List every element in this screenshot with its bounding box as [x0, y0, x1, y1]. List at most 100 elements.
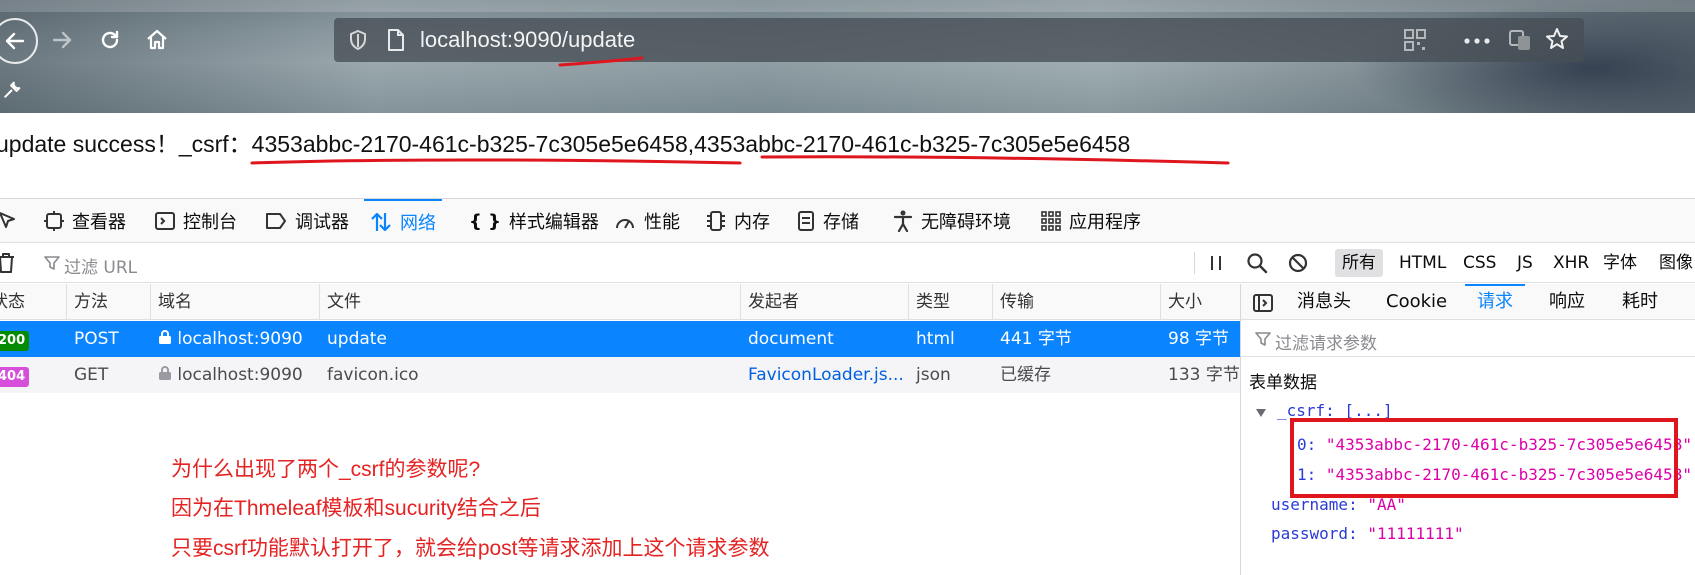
console-icon [155, 212, 175, 230]
shield-icon[interactable] [348, 29, 368, 51]
tab-request[interactable]: 请求 [1465, 284, 1525, 320]
type-filter-images[interactable]: 图像 [1652, 249, 1695, 277]
form-data-heading: 表单数据 [1249, 373, 1317, 393]
divider [1194, 252, 1195, 274]
bookmark-star-icon[interactable] [1545, 27, 1569, 51]
tab-label: 应用程序 [1069, 212, 1141, 233]
type-filter-html[interactable]: HTML [1392, 249, 1453, 277]
reload-button[interactable] [88, 18, 132, 62]
home-button[interactable] [135, 18, 179, 62]
tab-console[interactable]: 控制台 [155, 199, 237, 243]
block-icon[interactable] [1288, 253, 1308, 273]
tab-label: 样式编辑器 [508, 212, 599, 233]
red-underline-mark [250, 155, 1230, 165]
tab-label: 调试器 [295, 212, 349, 233]
annotation-line-3: 只要csrf功能默认打开了，就会给post等请求添加上这个请求参数 [171, 537, 770, 560]
more-icon[interactable] [1464, 38, 1490, 44]
search-icon[interactable] [1246, 252, 1268, 274]
tab-accessibility[interactable]: 无障碍环境 [893, 199, 1011, 243]
tab-style-editor[interactable]: { } 样式编辑器 [469, 199, 599, 243]
url-text[interactable]: localhost:9090/update [420, 27, 635, 53]
filter-icon [1255, 332, 1271, 346]
tools-button[interactable] [0, 68, 34, 112]
column-header-method[interactable]: 方法 [66, 284, 108, 320]
tab-strip [0, 0, 1695, 12]
type-cell: html [916, 329, 955, 349]
type-filter-js[interactable]: JS [1510, 249, 1540, 277]
element-picker-button[interactable] [0, 199, 18, 243]
status-cell: 404 [0, 357, 66, 393]
column-header-initiator[interactable]: 发起者 [740, 284, 799, 320]
storage-icon [798, 211, 814, 231]
table-row[interactable]: 200 POST localhost:9090 update document … [0, 321, 1240, 357]
accessibility-icon [893, 210, 913, 232]
table-row[interactable]: 404 GET localhost:9090 favicon.ico Favic… [0, 357, 1240, 393]
tab-timings[interactable]: 耗时 [1622, 284, 1658, 320]
filter-url-input[interactable]: 过滤 URL [64, 253, 137, 278]
toggle-sidebar-icon[interactable] [1253, 293, 1273, 313]
type-filter-xhr[interactable]: XHR [1546, 249, 1596, 277]
tab-performance[interactable]: 性能 [614, 199, 680, 243]
column-header-size[interactable]: 大小 [1160, 284, 1202, 320]
initiator-cell[interactable]: document [740, 321, 908, 357]
type-filter-fonts[interactable]: 字体 [1596, 249, 1644, 277]
type-filter-all[interactable]: 所有 [1335, 249, 1383, 277]
pause-icon[interactable] [1208, 254, 1224, 272]
tab-network[interactable]: 网络 [364, 199, 442, 243]
file-cell: update [327, 329, 387, 349]
trash-icon[interactable] [0, 252, 16, 274]
domain-text: localhost:9090 [177, 329, 303, 349]
file-cell: favicon.ico [327, 365, 419, 385]
url-bar[interactable]: localhost:9090/update [334, 18, 1584, 62]
network-filter-bar: 过滤 URL 所有 HTML CSS JS XHR 字体 图像 [0, 243, 1695, 283]
qr-code-icon[interactable] [1404, 29, 1426, 51]
method-cell: GET [74, 365, 109, 385]
tab-label: 网络 [400, 213, 436, 234]
tab-label: 控制台 [183, 212, 237, 233]
tab-application[interactable]: 应用程序 [1041, 199, 1141, 243]
domain-cell: localhost:9090 [150, 357, 319, 393]
column-header-type[interactable]: 类型 [908, 284, 950, 320]
performance-icon [616, 219, 634, 229]
param-value: "11111111" [1367, 524, 1464, 543]
style-editor-icon: { } [469, 210, 501, 232]
tab-headers[interactable]: 消息头 [1297, 284, 1351, 320]
forward-button[interactable] [40, 18, 84, 62]
type-filter-css[interactable]: CSS [1456, 249, 1503, 277]
tab-label: 无障碍环境 [921, 212, 1011, 233]
page-icon[interactable] [386, 28, 406, 52]
domain-cell: localhost:9090 [150, 321, 319, 357]
home-icon [147, 29, 167, 50]
table-header: 状态 方法 域名 文件 发起者 类型 传输 大小 [0, 284, 1240, 320]
network-icon [371, 212, 391, 232]
param-password: password: "11111111" [1271, 524, 1464, 543]
translate-icon[interactable] [1508, 28, 1532, 52]
red-underline-mark [558, 56, 644, 67]
tab-storage[interactable]: 存储 [797, 199, 859, 243]
annotation-line-1: 为什么出现了两个_csrf的参数呢? [171, 458, 481, 481]
column-header-transferred[interactable]: 传输 [992, 284, 1034, 320]
tab-response[interactable]: 响应 [1549, 284, 1585, 320]
reload-icon [101, 30, 119, 49]
column-header-status[interactable]: 状态 [0, 284, 25, 320]
params-filter-bar: 过滤请求参数 [1241, 321, 1695, 357]
tab-label: 性能 [644, 212, 680, 233]
tab-label: 查看器 [72, 212, 126, 233]
filter-params-input[interactable]: 过滤请求参数 [1275, 329, 1377, 354]
tools-icon [3, 81, 21, 99]
domain-text: localhost:9090 [177, 365, 303, 385]
tab-memory[interactable]: 内存 [706, 199, 770, 243]
initiator-cell[interactable]: FaviconLoader.js... [740, 357, 908, 393]
tab-label: 存储 [823, 212, 859, 233]
column-header-file[interactable]: 文件 [319, 284, 361, 320]
tab-cookies[interactable]: Cookie [1386, 284, 1447, 320]
param-key: password: [1271, 524, 1358, 543]
collapse-arrow-icon[interactable] [1255, 408, 1267, 418]
method-cell: POST [74, 329, 119, 349]
size-cell: 98 字节 [1168, 329, 1230, 349]
tab-inspector[interactable]: 查看器 [44, 199, 126, 243]
column-header-domain[interactable]: 域名 [150, 284, 192, 320]
tab-debugger[interactable]: 调试器 [265, 199, 349, 243]
lock-icon [159, 330, 171, 344]
annotation-line-2: 因为在Thmeleaf模板和sucurity结合之后 [171, 497, 541, 520]
